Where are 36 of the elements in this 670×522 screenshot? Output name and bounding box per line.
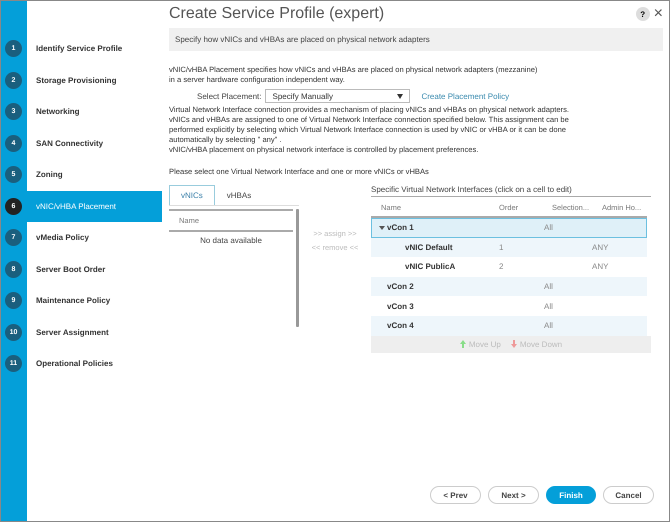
interface-row[interactable]: vNIC Default 1 ANY [371, 238, 647, 258]
selection-cell-text: All [543, 302, 554, 311]
selection-cell-text: All [543, 321, 554, 330]
interface-row[interactable]: vCon 4 All [371, 316, 647, 336]
wizard-button[interactable]: Next > [488, 486, 539, 504]
placement-label: Select Placement: [197, 92, 262, 100]
interface-row[interactable]: vCon 2 All [371, 276, 647, 296]
interface-row[interactable]: vCon 1 All [371, 218, 647, 238]
interfaces-title: Specific Virtual Network Interfaces (click on a cell to edit) [371, 185, 651, 197]
name-cell-text: vNIC Default [404, 242, 454, 252]
wizard-button[interactable]: < Prev [430, 486, 481, 504]
description-banner: Specify how vNICs and vHBAs are placed on physical network adapters [169, 28, 663, 51]
selection-cell-text: All [543, 223, 554, 232]
up-arrow-icon [460, 340, 466, 348]
order-cell-text: 1 [498, 242, 504, 252]
wizard-button[interactable]: Cancel [603, 486, 654, 504]
order-cell-text: 2 [498, 262, 504, 272]
help-button[interactable]: ? [636, 7, 650, 21]
name-cell-text: vCon 4 [386, 321, 415, 330]
down-arrow-icon [510, 340, 517, 348]
name-cell: vCon 1 [371, 223, 489, 232]
admin-host-cell-text: ANY [592, 242, 610, 252]
admin-host-cell-text: ANY [592, 262, 610, 272]
create-placement-policy-link[interactable]: Create Placement Policy [421, 92, 510, 100]
name-cell-text: vCon 3 [386, 302, 415, 311]
name-cell-text: vNIC PublicA [404, 262, 456, 272]
name-cell-text: vCon 2 [386, 282, 415, 292]
selection-cell-text: All [543, 282, 554, 292]
placement-select[interactable]: Specify Manually [265, 89, 410, 103]
scrollbar[interactable] [296, 209, 299, 327]
empty-message: No data available [199, 235, 263, 245]
window-title: Create Service Profile (expert) [169, 5, 384, 23]
adapter-tab[interactable]: vNICs [169, 185, 215, 205]
close-button[interactable]: × [654, 5, 663, 23]
expand-caret-icon [379, 226, 385, 230]
dropdown-caret-icon [397, 94, 404, 98]
